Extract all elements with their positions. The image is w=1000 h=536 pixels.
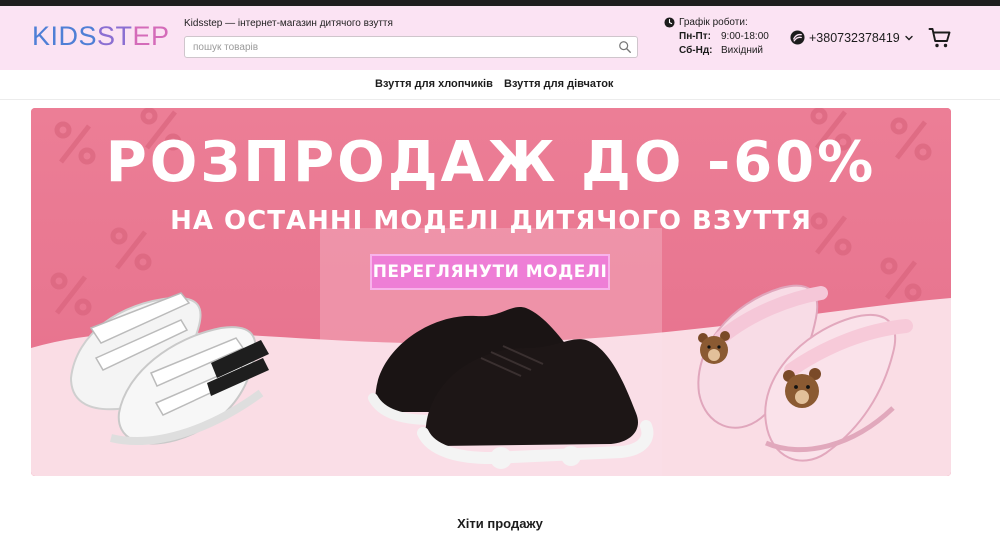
nav-item-boys[interactable]: Взуття для хлопчиків	[375, 78, 493, 90]
schedule-days: Сб-Нд:	[679, 45, 713, 56]
banner-headline: РОЗПРОДАЖ ДО -60%	[105, 130, 877, 195]
schedule-row-weekend: Сб-Нд: Вихідний	[664, 45, 781, 56]
kidsstep-logo[interactable]: KIDSSTEP	[32, 21, 170, 52]
search-box	[184, 36, 638, 58]
schedule-days: Пн-Пт:	[679, 31, 711, 42]
banner-subheadline: НА ОСТАННІ МОДЕЛІ ДИТЯЧОГО ВЗУТТЯ	[170, 206, 812, 236]
chevron-down-icon	[905, 35, 913, 40]
phone-dropdown[interactable]: +380732378419	[790, 30, 914, 45]
logo-part-kids: KIDS	[32, 21, 98, 51]
search-icon[interactable]	[618, 40, 632, 54]
bestsellers-title: Хіти продажу	[457, 516, 543, 531]
work-schedule: Графік роботи: Пн-Пт: 9:00-18:00 Сб-Нд: …	[664, 17, 781, 56]
view-models-button[interactable]: ПЕРЕГЛЯНУТИ МОДЕЛІ	[370, 254, 610, 290]
phone-number: +380732378419	[809, 30, 900, 45]
schedule-time: Вихідний	[721, 45, 764, 56]
site-tagline: Kidsstep — інтернет-магазин дитячого взу…	[184, 18, 393, 29]
site-header: KIDSSTEP Kidsstep — інтернет-магазин дит…	[0, 6, 1000, 70]
logo-part-ep: EP	[132, 21, 170, 51]
schedule-row-weekdays: Пн-Пт: 9:00-18:00	[664, 31, 781, 42]
schedule-title-row: Графік роботи:	[664, 17, 781, 28]
category-nav: Взуття для хлопчиків Взуття для дівчаток	[0, 70, 1000, 100]
lifecell-icon	[790, 30, 805, 45]
cart-icon[interactable]	[928, 26, 952, 50]
sale-banner[interactable]: РОЗПРОДАЖ ДО -60% НА ОСТАННІ МОДЕЛІ ДИТЯ…	[31, 108, 951, 476]
clock-icon	[664, 17, 675, 28]
schedule-time: 9:00-18:00	[721, 31, 769, 42]
schedule-title: Графік роботи:	[679, 17, 748, 28]
search-input[interactable]	[193, 40, 603, 55]
logo-part-st: ST	[97, 21, 133, 51]
nav-item-girls[interactable]: Взуття для дівчаток	[504, 78, 613, 90]
